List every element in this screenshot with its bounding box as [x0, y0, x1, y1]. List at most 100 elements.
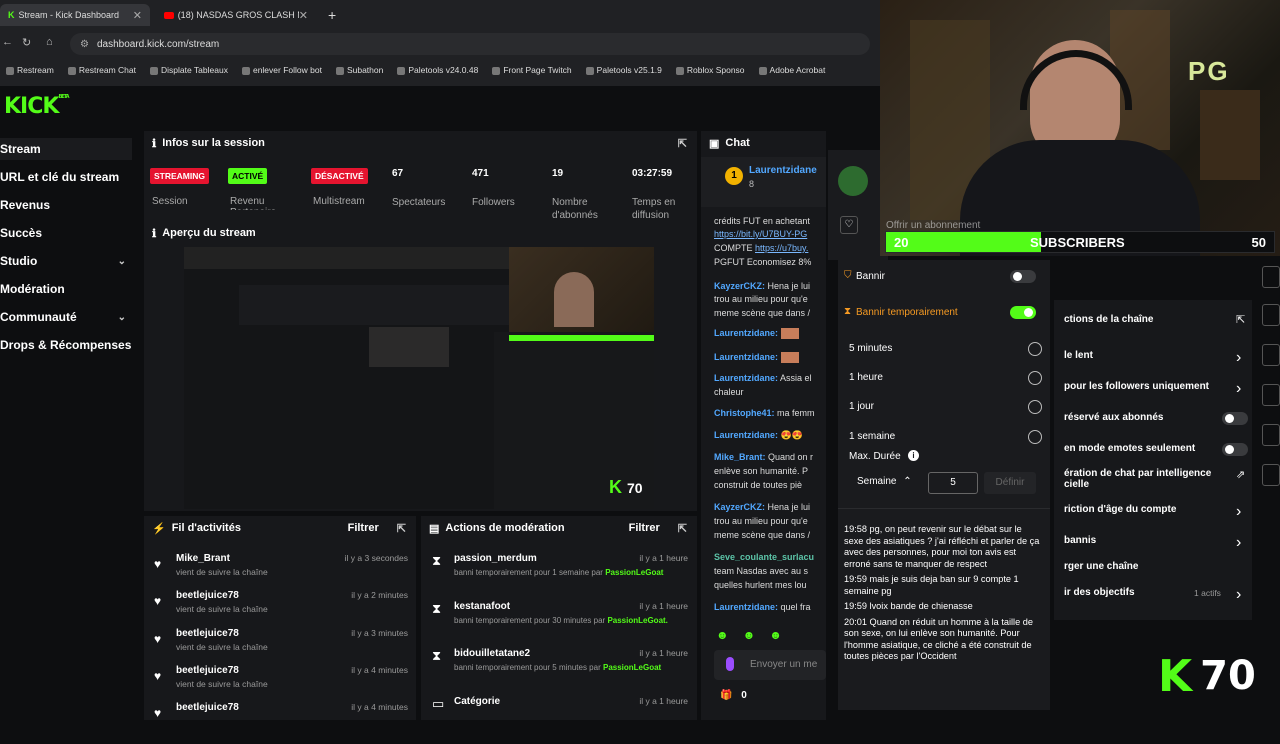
bookmark-item[interactable]: Restream Chat	[67, 65, 136, 75]
chat-username[interactable]: Christophe41:	[714, 408, 775, 418]
channel-action-row[interactable]: rger une chaîne	[1064, 561, 1138, 572]
activity-user[interactable]: beetlejuice78	[176, 665, 239, 676]
quick-action-button[interactable]	[1262, 304, 1280, 326]
sidebar-item-drops-r-compenses[interactable]: Drops & Récompenses	[0, 334, 132, 356]
sidebar-item-communaut-[interactable]: Communauté ⌄	[0, 306, 132, 328]
chat-username[interactable]: KayzerCKZ:	[714, 281, 765, 291]
chevron-right-icon[interactable]: ›	[1236, 380, 1241, 398]
sidebar-item-succ-s[interactable]: Succès	[0, 222, 132, 244]
popout-icon[interactable]: ⇱	[678, 522, 687, 535]
activity-user[interactable]: beetlejuice78	[176, 628, 239, 639]
bookmark-item[interactable]: Paletools v25.1.9	[585, 65, 662, 75]
site-info-icon[interactable]: ⚙	[80, 39, 89, 50]
bookmark-item[interactable]: Paletools v24.0.48	[397, 65, 478, 75]
quick-action-button[interactable]	[1262, 344, 1280, 366]
chevron-right-icon[interactable]: ›	[1236, 586, 1241, 604]
chevron-right-icon[interactable]: ›	[1236, 503, 1241, 521]
temp-ban-toggle[interactable]	[1010, 306, 1036, 319]
popout-icon[interactable]: ⇱	[397, 522, 406, 535]
moderation-row[interactable]: ⧗ passion_merdum banni temporairement pour…	[428, 553, 690, 601]
moderator-name[interactable]: PassionLeGoat	[603, 663, 661, 672]
sidebar-item-stream[interactable]: Stream	[0, 138, 132, 160]
ban-toggle[interactable]	[1010, 270, 1036, 283]
moderator-name[interactable]: PassionLeGoat.	[607, 616, 667, 625]
pinned-message[interactable]: 1 Laurentzidane 8	[701, 157, 826, 207]
sidebar-item-studio[interactable]: Studio ⌄	[0, 250, 132, 272]
chat-link[interactable]: https://bit.ly/U7BUY-PG	[714, 229, 807, 239]
address-bar[interactable]: ⚙ dashboard.kick.com/stream	[70, 33, 870, 55]
bookmark-item[interactable]: enlever Follow bot	[241, 65, 322, 75]
activity-row[interactable]: ♥ beetlejuice78 vient de suivre la chaîne i…	[150, 628, 410, 664]
channel-action-row[interactable]: le lent	[1064, 350, 1093, 361]
chevron-right-icon[interactable]: ›	[1236, 349, 1241, 367]
chat-username[interactable]: Laurentzidane:	[714, 352, 778, 362]
popout-icon[interactable]: ⇱	[1236, 313, 1245, 326]
heart-button[interactable]: ♡	[840, 216, 858, 234]
channel-action-row[interactable]: ir des objectifs	[1064, 587, 1135, 598]
moderation-row[interactable]: ⧗ kestanafoot banni temporairement pour 30…	[428, 601, 690, 649]
duration-radio[interactable]	[1028, 371, 1042, 385]
bookmark-item[interactable]: Displate Tableaux	[150, 65, 228, 75]
channel-action-row[interactable]: ération de chat par intelligence cielle	[1064, 468, 1211, 490]
unit-select[interactable]: Semaine ⌃	[848, 472, 920, 492]
new-tab-button[interactable]: +	[320, 4, 344, 26]
chat-username[interactable]: Laurentzidane:	[714, 373, 778, 383]
channel-action-row[interactable]: réservé aux abonnés	[1064, 412, 1164, 423]
activity-user[interactable]: Mike_Brant	[176, 553, 230, 564]
channel-action-row[interactable]: pour les followers uniquement	[1064, 381, 1209, 392]
external-link-icon[interactable]: ⇗	[1236, 468, 1245, 481]
close-icon[interactable]: ✕	[133, 9, 142, 22]
activity-row[interactable]: ♥ beetlejuice78 vient de suivre la chaîne i…	[150, 665, 410, 701]
sidebar-item-mod-ration[interactable]: Modération	[0, 278, 132, 300]
duration-input[interactable]: 5	[928, 472, 978, 494]
gift-icon[interactable]: 🎁	[720, 690, 732, 701]
chevron-right-icon[interactable]: ›	[1236, 534, 1241, 552]
channel-action-toggle[interactable]	[1222, 412, 1248, 425]
moderation-row[interactable]: ▭ Catégorie il y a 1 heure	[428, 696, 690, 744]
moderation-user[interactable]: passion_merdum	[454, 553, 537, 564]
emote-icon[interactable]	[726, 657, 734, 671]
sidebar-item-revenus[interactable]: Revenus	[0, 194, 132, 216]
activity-filter-button[interactable]: Filtrer	[348, 522, 379, 534]
close-icon[interactable]: ✕	[299, 9, 308, 22]
moderation-user[interactable]: Catégorie	[454, 696, 500, 707]
channel-action-row[interactable]: en mode emotes seulement	[1064, 443, 1195, 454]
bookmark-item[interactable]: Roblox Sponso	[675, 65, 745, 75]
home-icon[interactable]: ⌂	[46, 36, 53, 48]
channel-action-toggle[interactable]	[1222, 443, 1248, 456]
chat-username[interactable]: Laurentzidane:	[714, 328, 778, 338]
bookmark-item[interactable]: Subathon	[335, 65, 383, 75]
duration-option-label[interactable]: 5 minutes	[849, 343, 892, 354]
bookmark-item[interactable]: Restream	[6, 65, 54, 75]
reload-icon[interactable]: ↻	[22, 36, 31, 49]
chat-username[interactable]: Laurentzidane:	[714, 602, 778, 612]
moderation-user[interactable]: kestanafoot	[454, 601, 510, 612]
popout-icon[interactable]: ⇱	[678, 137, 687, 150]
back-icon[interactable]: ←	[2, 36, 13, 48]
chat-link[interactable]: https://u7buy.	[755, 243, 808, 253]
quick-action-button[interactable]	[1262, 464, 1280, 486]
bookmark-item[interactable]: Adobe Acrobat	[758, 65, 825, 75]
moderation-user[interactable]: bidouilletatane2	[454, 648, 530, 659]
kick-logo[interactable]: KICKBETA	[4, 94, 70, 119]
activity-row[interactable]: ♥ beetlejuice78 il y a 4 minutes	[150, 702, 410, 738]
tab-youtube[interactable]: (18) NASDAS GROS CLASH NA... ✕	[156, 4, 316, 26]
channel-action-row[interactable]: riction d'âge du compte	[1064, 504, 1176, 515]
chat-username[interactable]: Laurentzidane:	[714, 430, 778, 440]
duration-radio[interactable]	[1028, 342, 1042, 356]
stream-preview-video[interactable]: K 70	[184, 247, 654, 509]
channel-action-row[interactable]: bannis	[1064, 535, 1096, 546]
activity-user[interactable]: beetlejuice78	[176, 590, 239, 601]
bookmark-item[interactable]: Front Page Twitch	[492, 65, 572, 75]
sidebar-item-url-et-cl-du-stream[interactable]: URL et clé du stream	[0, 166, 132, 188]
quick-action-button[interactable]	[1262, 384, 1280, 406]
chat-input[interactable]: Envoyer un me	[714, 650, 826, 680]
duration-option-label[interactable]: 1 heure	[849, 372, 883, 383]
moderator-name[interactable]: PassionLeGoat	[605, 568, 663, 577]
duration-radio[interactable]	[1028, 430, 1042, 444]
chat-username[interactable]: Seve_coulante_surlacu	[714, 552, 814, 562]
define-button[interactable]: Définir	[984, 472, 1036, 494]
activity-user[interactable]: beetlejuice78	[176, 702, 239, 713]
duration-radio[interactable]	[1028, 400, 1042, 414]
quick-action-button[interactable]	[1262, 424, 1280, 446]
